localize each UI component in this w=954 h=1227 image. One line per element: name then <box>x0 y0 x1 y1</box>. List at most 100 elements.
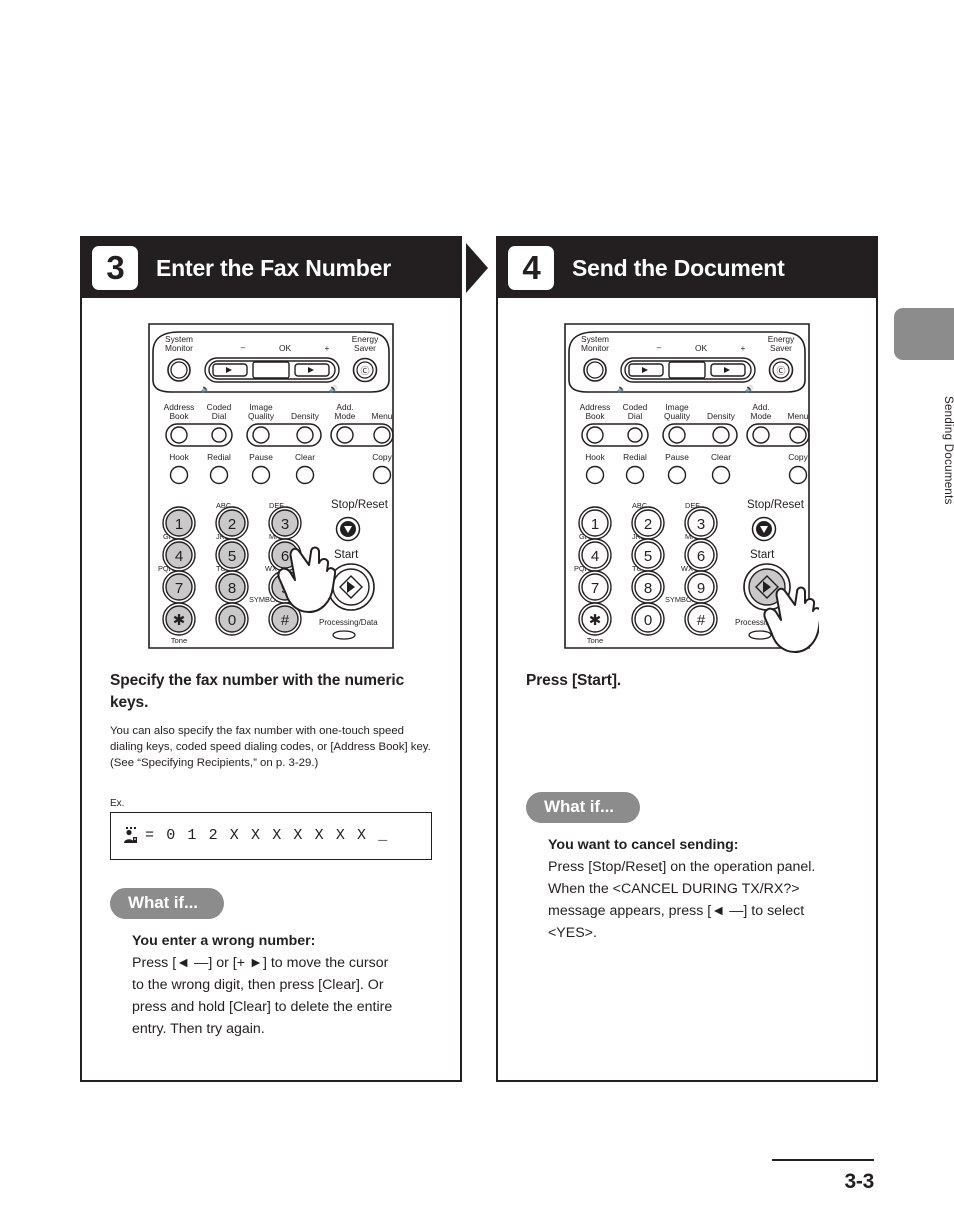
svg-text:Ⓒ: Ⓒ <box>360 366 369 376</box>
svg-text:Stop/Reset: Stop/Reset <box>747 499 805 511</box>
step-4-header: 4 Send the Document <box>498 238 876 298</box>
svg-text:Dial: Dial <box>212 411 227 421</box>
step-3-title: Enter the Fax Number <box>156 254 391 281</box>
svg-text:Book: Book <box>585 411 605 421</box>
step-4-title: Send the Document <box>572 254 785 281</box>
svg-text:Density: Density <box>707 411 736 421</box>
svg-text:6: 6 <box>281 548 289 565</box>
svg-text:–: – <box>657 342 662 352</box>
svg-text:3: 3 <box>697 516 705 533</box>
svg-text:✱: ✱ <box>589 612 602 629</box>
svg-text:6: 6 <box>697 548 705 565</box>
svg-text:+: + <box>325 343 330 353</box>
step-3-body: System Monitor – OK + Energy Saver Ⓒ 🔈 🔊… <box>82 298 460 1040</box>
svg-text:Book: Book <box>169 411 189 421</box>
svg-text:Processing/Data: Processing/Data <box>319 618 378 627</box>
whatif-line: press and hold [Clear] to delete the ent… <box>132 998 393 1015</box>
operation-panel-illustration-left: System Monitor – OK + Energy Saver Ⓒ 🔈 🔊… <box>148 323 394 649</box>
svg-text:Redial: Redial <box>623 452 647 462</box>
svg-text:Clear: Clear <box>295 452 315 462</box>
svg-text:Monitor: Monitor <box>581 343 609 353</box>
step-3-figure: System Monitor – OK + Energy Saver Ⓒ 🔈 🔊… <box>110 312 432 660</box>
svg-text:Monitor: Monitor <box>165 343 193 353</box>
svg-text:5: 5 <box>644 548 652 565</box>
svg-text:Dial: Dial <box>628 411 643 421</box>
whatif-line: message appears, press [◄ —] to select <box>548 903 805 919</box>
whatif-line: When the <CANCEL DURING TX/RX?> <box>548 881 800 897</box>
svg-text:Hook: Hook <box>169 452 189 462</box>
svg-text:OK: OK <box>279 343 292 353</box>
lcd-display-example: = 0 1 2 X X X X X X X _ <box>110 811 432 860</box>
whatif-pill-right: What if... <box>526 792 640 823</box>
svg-text:Menu: Menu <box>788 411 809 421</box>
svg-text:5: 5 <box>228 548 236 565</box>
whatif-line: Press [◄ —] or [+ ►] to move the cursor <box>132 954 389 971</box>
svg-text:7: 7 <box>591 580 599 597</box>
svg-text:2: 2 <box>644 516 652 533</box>
step-3-note-text: You can also specify the fax number with… <box>110 725 431 770</box>
svg-text:#: # <box>281 612 290 629</box>
svg-text:1: 1 <box>175 516 183 533</box>
svg-text:🔈: 🔈 <box>201 385 210 393</box>
step-3-whatif-block: What if... You enter a wrong number: Pre… <box>110 887 432 1040</box>
step-4-number-badge: 4 <box>508 246 554 290</box>
svg-text:Hook: Hook <box>585 452 605 462</box>
svg-text:4: 4 <box>591 548 599 565</box>
step-4-figure: System Monitor – OK + Energy Saver Ⓒ 🔈 🔊… <box>526 312 848 660</box>
svg-text:#: # <box>697 612 706 629</box>
whatif-body-right: You want to cancel sending: Press [Stop/… <box>526 834 848 944</box>
svg-text:Start: Start <box>750 549 775 561</box>
svg-text:8: 8 <box>644 580 652 597</box>
svg-text:2: 2 <box>228 516 236 533</box>
svg-text:Stop/Reset: Stop/Reset <box>331 499 389 511</box>
whatif-line: Press [Stop/Reset] on the operation pane… <box>548 859 816 875</box>
svg-text:8: 8 <box>228 580 236 597</box>
svg-text:Pause: Pause <box>249 452 273 462</box>
svg-text:Copy: Copy <box>372 452 392 462</box>
operation-panel-illustration-right: System Monitor – OK + Energy Saver Ⓒ 🔈 🔊… <box>564 323 819 653</box>
step-flow-arrow-icon <box>466 243 488 293</box>
svg-text:9: 9 <box>697 580 705 597</box>
svg-text:Menu: Menu <box>372 411 393 421</box>
whatif-body-left: You enter a wrong number: Press [◄ —] or… <box>110 930 432 1040</box>
svg-text:Start: Start <box>334 549 359 561</box>
svg-text:Mode: Mode <box>751 411 772 421</box>
step-4-body: System Monitor – OK + Energy Saver Ⓒ 🔈 🔊… <box>498 298 876 944</box>
svg-text:4: 4 <box>175 548 183 565</box>
svg-text:Tone: Tone <box>171 636 187 645</box>
svg-text:Quality: Quality <box>664 411 691 421</box>
lcd-text: = 0 1 2 X X X X X X X _ <box>145 827 389 845</box>
svg-text:Copy: Copy <box>788 452 808 462</box>
svg-text:Saver: Saver <box>354 343 376 353</box>
svg-text:OK: OK <box>695 343 708 353</box>
svg-text:🔈: 🔈 <box>617 385 626 393</box>
svg-text:🔊: 🔊 <box>745 384 754 393</box>
step-3-lead-text: Specify the fax number with the numeric … <box>110 672 405 711</box>
step-3-header: 3 Enter the Fax Number <box>82 238 460 298</box>
svg-text:Clear: Clear <box>711 452 731 462</box>
svg-text:🔊: 🔊 <box>329 384 338 393</box>
chapter-tab <box>894 308 954 360</box>
svg-text:Tone: Tone <box>587 636 603 645</box>
svg-text:Mode: Mode <box>335 411 356 421</box>
step-4-whatif-block: What if... You want to cancel sending: P… <box>526 792 848 944</box>
example-label: Ex. <box>110 797 125 809</box>
svg-text:Pause: Pause <box>665 452 689 462</box>
whatif-pill-left: What if... <box>110 887 224 919</box>
step-panel-3: 3 Enter the Fax Number System Monitor – … <box>80 236 462 1082</box>
whatif-line: to the wrong digit, then press [Clear]. … <box>132 976 384 993</box>
chapter-tab-label: Sending Documents <box>942 395 954 505</box>
svg-text:3: 3 <box>281 516 289 533</box>
svg-text:0: 0 <box>228 612 236 629</box>
whatif-line: <YES>. <box>548 925 597 941</box>
svg-text:7: 7 <box>175 580 183 597</box>
svg-text:–: – <box>241 342 246 352</box>
fax-person-icon <box>124 827 137 844</box>
svg-text:Density: Density <box>291 411 320 421</box>
svg-text:1: 1 <box>591 516 599 533</box>
whatif-heading-left: You enter a wrong number: <box>132 932 316 949</box>
page-number: 3-3 <box>844 1170 875 1193</box>
svg-text:Quality: Quality <box>248 411 275 421</box>
step-3-number-badge: 3 <box>92 246 138 290</box>
svg-text:0: 0 <box>644 612 652 629</box>
